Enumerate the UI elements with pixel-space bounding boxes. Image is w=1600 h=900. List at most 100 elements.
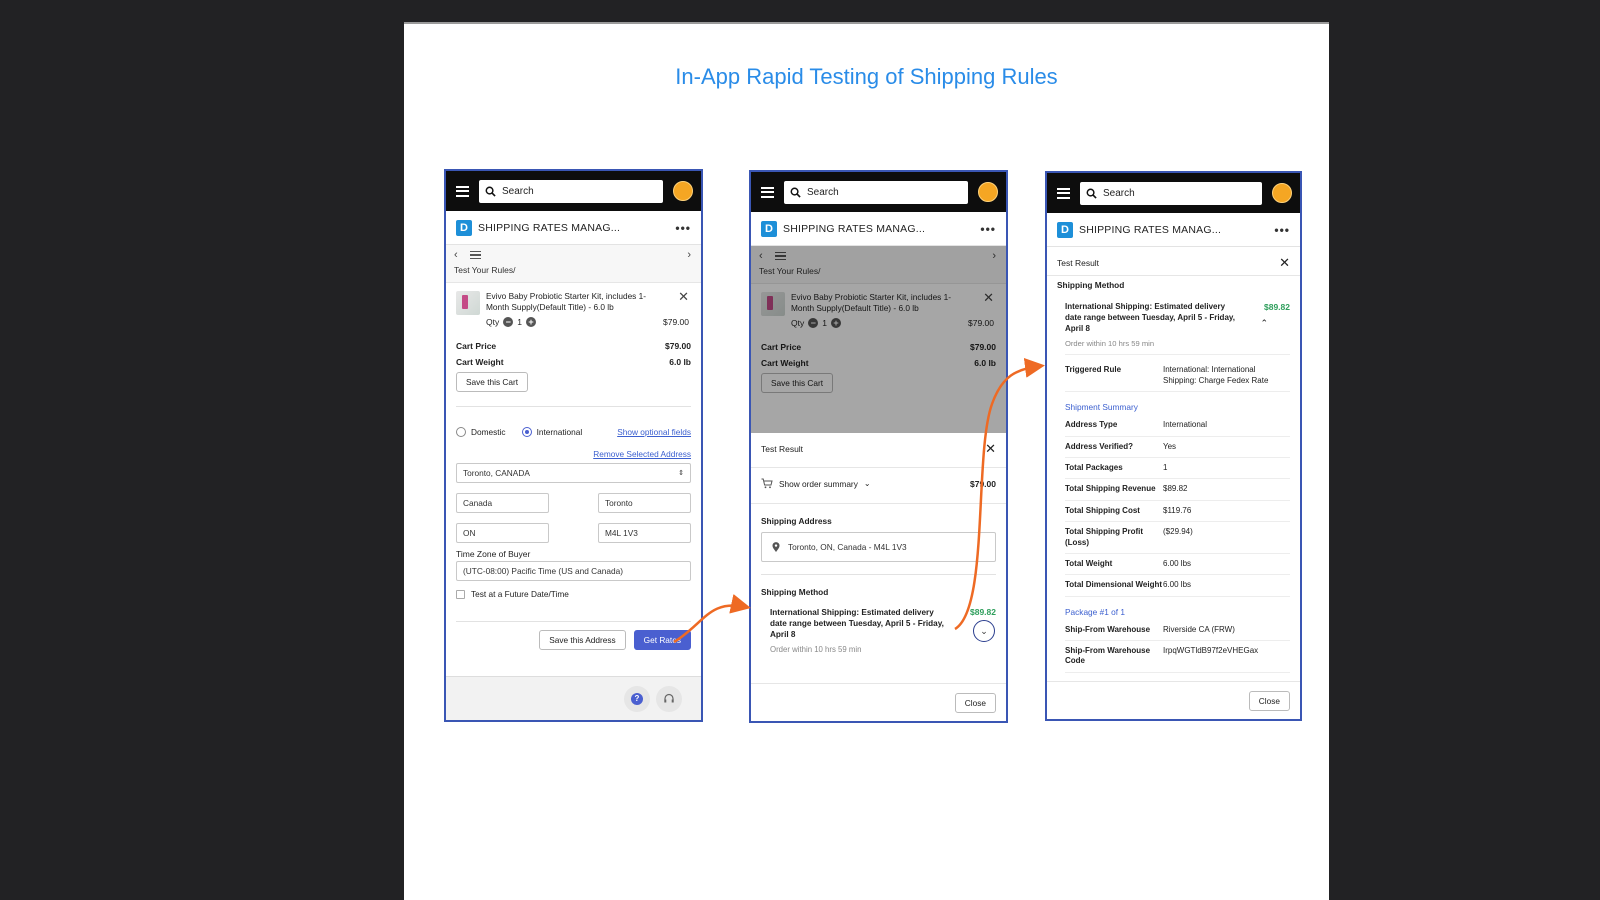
help-button[interactable]: ?: [624, 686, 650, 712]
cart-icon: [761, 478, 773, 489]
save-cart-button[interactable]: Save this Cart: [456, 372, 529, 392]
saved-address-select[interactable]: Toronto, CANADA ⇕: [456, 463, 691, 483]
domestic-radio[interactable]: [456, 427, 466, 437]
future-date-label: Test at a Future Date/Time: [471, 589, 569, 599]
chevron-down-icon[interactable]: ⌄: [864, 479, 871, 488]
table-row: Address Type International: [1065, 415, 1290, 437]
search-placeholder: Search: [807, 186, 839, 198]
cart-weight-value: 6.0 lb: [669, 357, 691, 367]
table-row: Total Packages 1: [1065, 458, 1290, 480]
shipping-method-option[interactable]: International Shipping: Estimated delive…: [751, 607, 1006, 654]
method-price: $89.82: [970, 607, 996, 617]
test-result-panel: Test Result ✕ Show order summary ⌄ $79.0…: [751, 433, 1006, 721]
app-logo-icon: D: [1057, 221, 1073, 238]
qty-increase-button[interactable]: +: [525, 317, 536, 328]
list-icon[interactable]: [469, 251, 481, 259]
province-field[interactable]: ON: [456, 523, 549, 543]
postal-code-field[interactable]: M4L 1V3: [598, 523, 691, 543]
support-button[interactable]: [656, 686, 682, 712]
close-icon[interactable]: ✕: [985, 441, 996, 457]
search-icon: [790, 187, 801, 198]
order-summary-toggle[interactable]: Show order summary: [779, 479, 858, 489]
city-field[interactable]: Toronto: [598, 493, 691, 513]
app-header: D SHIPPING RATES MANAG... •••: [751, 212, 1006, 246]
row-value: 6.00 lbs: [1163, 580, 1192, 590]
hamburger-menu-icon[interactable]: [456, 185, 469, 197]
search-input[interactable]: Search: [784, 180, 968, 204]
row-label: Address Verified?: [1065, 441, 1134, 451]
table-row: Total Weight 6.00 lbs: [1065, 554, 1290, 576]
method-price: $89.82: [1264, 302, 1290, 312]
search-input[interactable]: Search: [479, 179, 663, 203]
qty-value: 1: [517, 317, 522, 328]
app-header: D SHIPPING RATES MANAG... •••: [1047, 213, 1300, 247]
cart-price-label: Cart Price: [456, 341, 497, 351]
saved-address-value: Toronto, CANADA: [463, 468, 530, 478]
address-type-radio-group: Domestic International Show optional fie…: [446, 425, 701, 439]
row-label: Total Weight: [1065, 558, 1113, 568]
table-row: Ship-From Warehouse Code IrpqWGTldB97f2eV…: [1065, 641, 1290, 673]
row-value: ($29.94): [1163, 527, 1193, 537]
hamburger-menu-icon[interactable]: [761, 186, 774, 198]
method-description: International Shipping: Estimated delive…: [770, 608, 944, 640]
international-radio[interactable]: [521, 427, 532, 437]
help-icon: ?: [631, 693, 643, 705]
avatar[interactable]: [978, 182, 998, 202]
slide-page: In-App Rapid Testing of Shipping Rules S…: [404, 22, 1329, 900]
location-pin-icon: [772, 542, 780, 552]
row-value: 1: [1163, 462, 1168, 472]
timezone-label: Time Zone of Buyer: [456, 549, 531, 559]
row-label: Total Dimensional Weight: [1065, 580, 1163, 590]
shipping-address-value: Toronto, ON, Canada - M4L 1V3: [788, 542, 907, 552]
shipping-method-label: Shipping Method: [761, 587, 829, 597]
forward-arrow-icon[interactable]: ›: [687, 249, 691, 261]
expand-details-chevron-icon[interactable]: ⌄: [973, 620, 995, 642]
package-heading: Package #1 of 1: [1065, 606, 1125, 617]
avatar[interactable]: [673, 181, 693, 201]
shipment-summary-heading: Shipment Summary: [1065, 402, 1138, 413]
show-optional-fields-link[interactable]: Show optional fields: [617, 427, 691, 437]
product-price: $79.00: [663, 317, 689, 327]
navigation-row: ‹ › Test Your Rules/: [446, 245, 701, 283]
row-value: Yes: [1163, 441, 1177, 451]
triggered-rule-label: Triggered Rule: [1065, 365, 1122, 375]
table-row: Ship-From Warehouse Riverside CA (FRW): [1065, 620, 1290, 642]
search-input[interactable]: Search: [1080, 181, 1262, 205]
more-options-icon[interactable]: •••: [1274, 223, 1290, 237]
shipping-address-label: Shipping Address: [761, 516, 832, 526]
top-bar: Search: [1047, 173, 1300, 213]
select-arrows-icon: ⇕: [678, 470, 684, 477]
future-date-checkbox[interactable]: [456, 589, 465, 599]
get-rates-button[interactable]: Get Rates: [633, 630, 691, 650]
row-label: Total Shipping Cost: [1065, 505, 1140, 515]
save-address-button[interactable]: Save this Address: [539, 630, 626, 650]
app-logo-icon: D: [456, 219, 472, 236]
remove-item-icon[interactable]: ✕: [678, 289, 689, 305]
close-button[interactable]: Close: [954, 692, 996, 713]
row-value: $89.82: [1163, 484, 1188, 494]
breadcrumb[interactable]: Test Your Rules/: [454, 265, 693, 275]
more-options-icon[interactable]: •••: [980, 222, 996, 236]
row-value: $119.76: [1163, 505, 1192, 515]
country-field[interactable]: Canada: [456, 493, 549, 513]
phone-screen-result-details: Search D SHIPPING RATES MANAG... ••• Tes…: [1045, 171, 1302, 721]
cart-price-row: Cart Price $79.00: [446, 338, 701, 354]
hamburger-menu-icon[interactable]: [1057, 187, 1070, 199]
close-icon[interactable]: ✕: [1279, 255, 1290, 271]
cart-price-value: $79.00: [665, 341, 691, 351]
table-row: Total Dimensional Weight 6.00 lbs: [1065, 575, 1290, 597]
timezone-select[interactable]: (UTC-08:00) Pacific Time (US and Canada): [456, 561, 691, 581]
order-within-text: Order within 10 hrs 59 min: [770, 645, 862, 655]
remove-selected-address-link[interactable]: Remove Selected Address: [593, 449, 691, 459]
chevron-up-icon[interactable]: ⌃: [1260, 318, 1268, 329]
shipping-method-label: Shipping Method: [1057, 280, 1125, 290]
app-logo-icon: D: [761, 220, 777, 237]
more-options-icon[interactable]: •••: [675, 221, 691, 235]
method-description: International Shipping: Estimated delive…: [1065, 302, 1235, 333]
page-title: In-App Rapid Testing of Shipping Rules: [675, 64, 1058, 89]
back-arrow-icon[interactable]: ‹: [454, 249, 458, 261]
avatar[interactable]: [1272, 183, 1292, 203]
close-button[interactable]: Close: [1248, 690, 1290, 711]
search-placeholder: Search: [502, 185, 534, 197]
qty-decrease-button[interactable]: −: [503, 317, 514, 328]
